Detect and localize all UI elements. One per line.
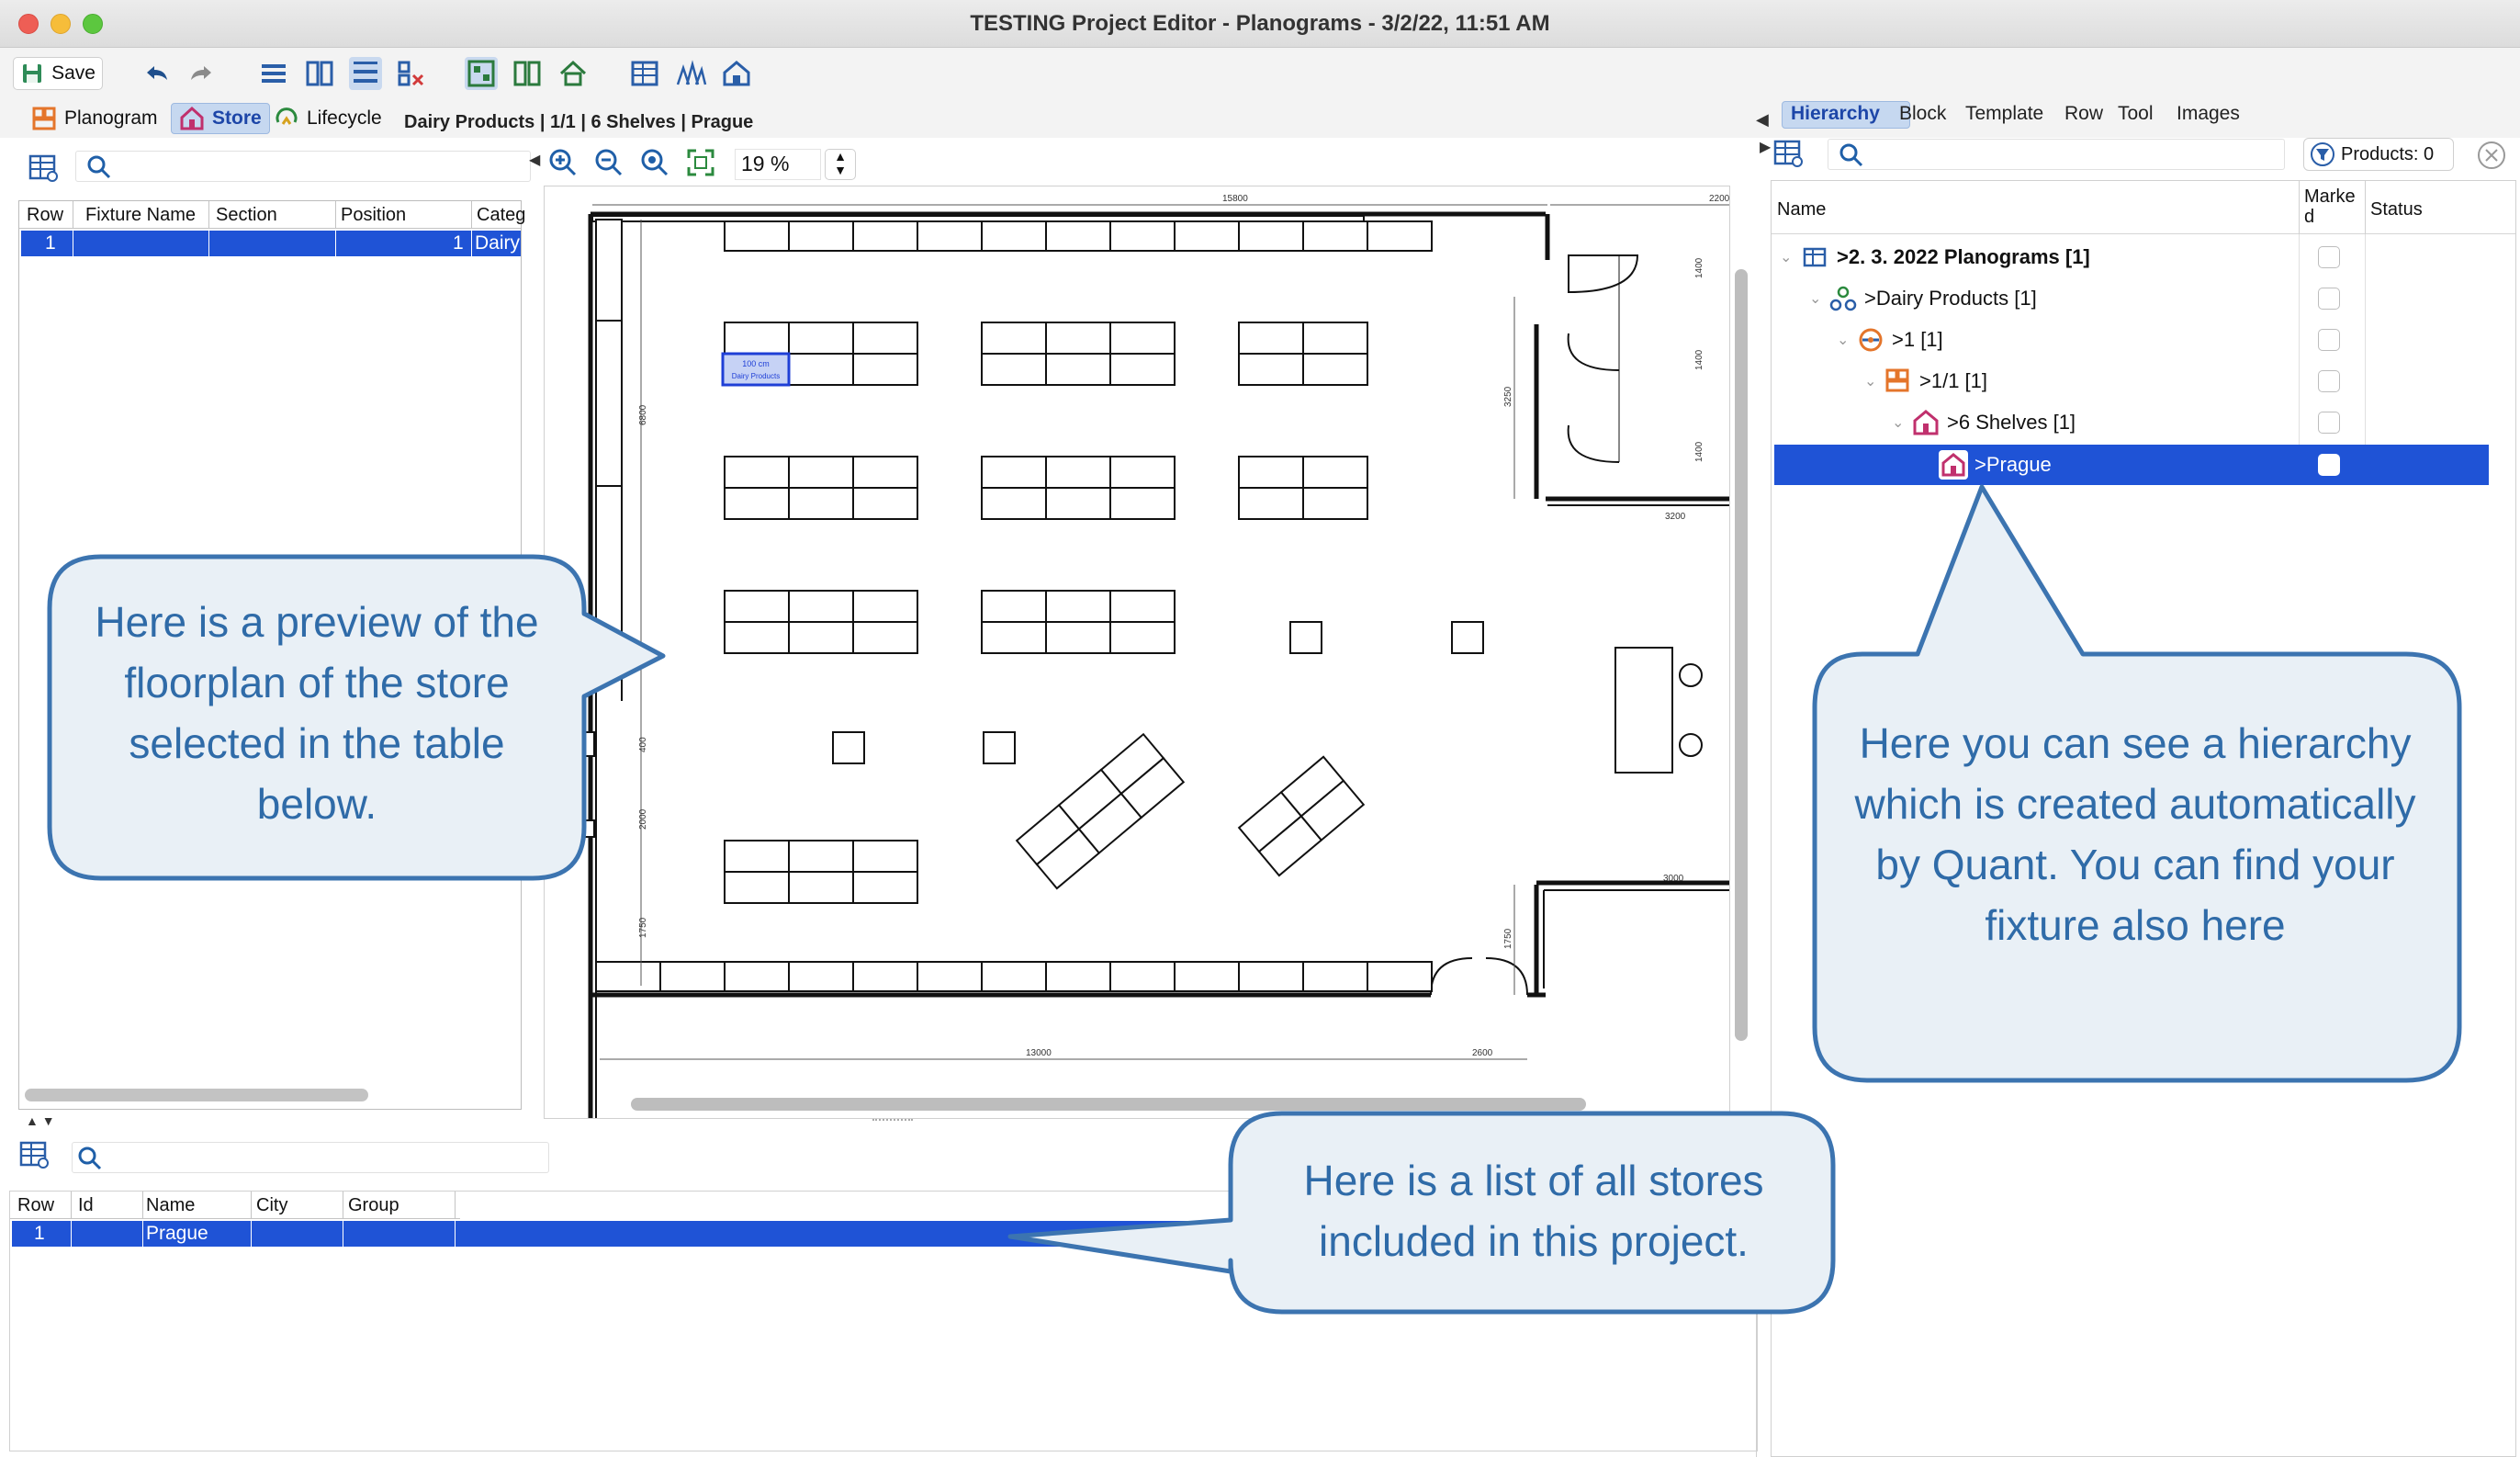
floorplan-callout-text: Here is a preview of the floorplan of th… xyxy=(95,598,539,828)
hierarchy-callout-text: Here you can see a hierarchy which is cr… xyxy=(1854,719,2416,949)
stores-callout-text: Here is a list of all stores included in… xyxy=(1303,1157,1764,1265)
